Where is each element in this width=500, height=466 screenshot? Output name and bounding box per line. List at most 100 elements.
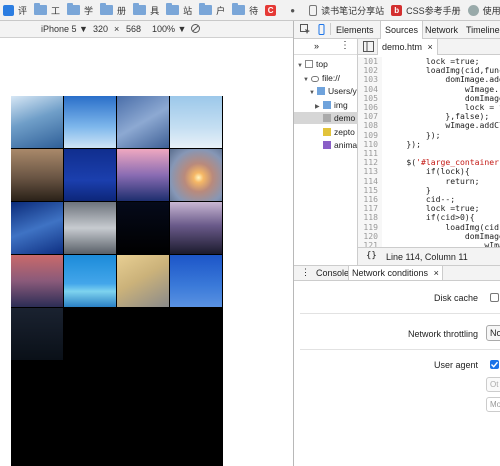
more-tabs-icon[interactable]: » <box>314 41 319 51</box>
drawer-tabbar: ⋮ Console Network conditions × <box>294 265 500 281</box>
throttling-select[interactable]: No <box>486 325 500 341</box>
cloud-icon <box>311 75 319 82</box>
tree-item-label: Users/y <box>328 86 357 96</box>
tree-item-label: demo <box>334 113 356 123</box>
bookmark-item[interactable]: 站 <box>163 0 196 20</box>
tab-timeline[interactable]: Timeline <box>466 25 500 35</box>
user-agent-checkbox[interactable] <box>490 360 499 369</box>
bookmark-item[interactable]: 学 <box>64 0 97 20</box>
frame-icon <box>305 60 313 68</box>
expand-arrow-icon[interactable]: ▼ <box>309 87 317 97</box>
bookmark-item[interactable]: 户 <box>196 0 229 20</box>
tree-item[interactable]: ▼ top <box>294 58 358 70</box>
tree-item[interactable]: demo <box>294 112 358 124</box>
toggle-navigator-icon[interactable] <box>363 41 374 54</box>
times-sign: × <box>114 24 120 34</box>
editor-tab-demo[interactable]: demo.htm × <box>377 39 438 55</box>
bare-tree-photo[interactable] <box>170 202 222 254</box>
expand-arrow-icon[interactable]: ▼ <box>297 60 305 70</box>
tree-item[interactable]: ▼ Users/y <box>294 85 358 97</box>
tab-network[interactable]: Network <box>425 25 458 35</box>
tree-item-label: img <box>334 99 348 110</box>
bookmark-item[interactable]: 使用ES6编写 <box>465 0 500 20</box>
sea-horizon-photo[interactable] <box>64 255 116 307</box>
folder-icon <box>317 87 325 95</box>
deep-blue-photo[interactable] <box>64 149 116 201</box>
height-input[interactable]: 568 <box>126 24 141 34</box>
js-file-icon <box>323 127 331 136</box>
rotate-icon[interactable] <box>190 23 201 36</box>
sunset-sun-photo[interactable] <box>170 149 222 201</box>
blossom-photo[interactable] <box>11 96 63 148</box>
c-logo-icon: C <box>265 4 277 16</box>
editor-tab-label: demo.htm <box>382 42 423 52</box>
bookmark-label: 站 <box>183 5 193 16</box>
disk-cache-label: Disk cache <box>433 293 478 303</box>
bookmark-item[interactable]: 评 <box>0 0 31 20</box>
folder-icon <box>199 3 213 15</box>
inspect-icon[interactable] <box>300 24 311 37</box>
night-photo[interactable] <box>117 202 169 254</box>
close-icon[interactable]: × <box>428 42 433 52</box>
blue-clouds-photo[interactable] <box>11 202 63 254</box>
bookmark-label: 工 <box>51 5 61 16</box>
bookmark-item[interactable]: b CSS参考手册 <box>388 0 465 20</box>
tab-console[interactable]: Console <box>316 268 349 278</box>
code-area[interactable]: 101 lock =true;102 loadImg(cid,functi103… <box>358 55 500 251</box>
bookmark-label: 具 <box>150 5 160 16</box>
golden-clouds-photo[interactable] <box>117 255 169 307</box>
pretty-print-icon[interactable]: {} <box>366 251 377 261</box>
folder-icon <box>100 3 114 15</box>
tree-item[interactable]: zepto <box>294 126 358 138</box>
disk-cache-checkbox[interactable] <box>490 293 499 302</box>
bookmark-label: 册 <box>117 5 127 16</box>
tab-elements[interactable]: Elements <box>336 25 374 35</box>
user-agent-select[interactable]: Ot <box>486 377 500 392</box>
sources-navigator: » ⋮ ▼ top ▼ file:// ▼ Users/y ▶ img demo zepto ani… <box>294 39 358 265</box>
bookmark-item[interactable]: 具 <box>130 0 163 20</box>
network-conditions-panel: Disk cache Network throttling No User ag… <box>294 281 500 466</box>
tree-item[interactable]: ▶ img <box>294 99 358 111</box>
collapse-arrow-icon[interactable]: ▶ <box>315 101 323 111</box>
cloud-sky-photo[interactable] <box>117 96 169 148</box>
tab-sources[interactable]: Sources <box>380 21 424 39</box>
drawer-menu-icon[interactable]: ⋮ <box>301 267 310 278</box>
bookmark-item[interactable]: 待 <box>229 0 262 20</box>
branches-sunset-photo[interactable] <box>11 149 63 201</box>
red-dusk-photo[interactable] <box>11 255 63 307</box>
tree-item[interactable]: ▼ file:// <box>294 72 358 84</box>
code-line[interactable]: 110 }); <box>358 139 500 149</box>
grey-clouds-photo[interactable] <box>64 202 116 254</box>
folder-icon <box>34 3 48 15</box>
pale-sky-photo[interactable] <box>170 96 222 148</box>
width-input[interactable]: 320 <box>93 24 108 34</box>
editor-tabbar: demo.htm × <box>358 39 500 55</box>
bookmark-item[interactable]: 工 <box>31 0 64 20</box>
bookmark-label: 使用ES6编写 <box>482 5 500 16</box>
blue-sky-photo[interactable] <box>64 96 116 148</box>
folder-icon <box>166 3 180 15</box>
bookmark-item[interactable]: ● <box>284 0 306 20</box>
user-agent-input[interactable]: Mo <box>486 397 500 412</box>
bookmark-item[interactable]: 册 <box>97 0 130 20</box>
browser-icon <box>3 4 14 16</box>
pink-clouds-photo[interactable] <box>117 149 169 201</box>
bookmark-item[interactable]: 读书笔记分享站 <box>306 0 388 20</box>
tree-item-label: top <box>316 59 328 69</box>
zoom-select[interactable]: 100% ▼ <box>152 24 186 34</box>
navigator-header: » ⋮ <box>294 39 357 55</box>
code-line[interactable]: 109 }); <box>358 130 500 140</box>
device-screen <box>11 96 223 466</box>
clear-blue-photo[interactable] <box>170 255 222 307</box>
bookmark-item[interactable]: C <box>262 0 284 20</box>
tab-network-conditions[interactable]: Network conditions × <box>348 266 443 280</box>
close-icon[interactable]: × <box>434 268 439 278</box>
apple-icon: ● <box>290 5 296 15</box>
tree-item[interactable]: anima <box>294 139 358 151</box>
bookmark-label: 读书笔记分享站 <box>321 5 385 16</box>
starry-night-photo[interactable] <box>11 308 63 360</box>
expand-arrow-icon[interactable]: ▼ <box>303 74 311 84</box>
device-mode-icon[interactable] <box>316 24 327 37</box>
navigator-menu-icon[interactable]: ⋮ <box>340 40 350 51</box>
device-select[interactable]: iPhone 5 ▼ <box>41 24 88 34</box>
